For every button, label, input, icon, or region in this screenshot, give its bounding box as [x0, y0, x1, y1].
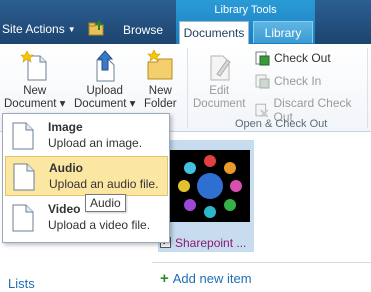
- menu-item-image[interactable]: Image Upload an image.: [5, 116, 168, 156]
- menu-item-video-title: Video: [48, 202, 81, 216]
- new-document-icon: [19, 50, 47, 81]
- document-icon: [12, 122, 34, 150]
- plus-icon: +: [160, 270, 169, 287]
- new-document-label-1: New: [23, 85, 47, 97]
- site-actions-menu[interactable]: Site Actions ▼: [2, 22, 76, 36]
- new-folder-icon: [147, 50, 173, 80]
- tab-library[interactable]: Library: [253, 21, 313, 43]
- site-actions-label: Site Actions: [2, 22, 65, 36]
- menu-item-image-desc: Upload an image.: [48, 136, 143, 150]
- add-new-item-label: Add new item: [172, 271, 252, 286]
- check-in-button[interactable]: Check In: [254, 73, 321, 89]
- upload-document-button[interactable]: Upload Document ▾: [74, 50, 135, 111]
- discard-check-out-icon: [255, 103, 269, 118]
- thumbnail-caption[interactable]: Sharepoint ...: [175, 236, 246, 250]
- tab-browse[interactable]: Browse: [123, 23, 163, 37]
- new-document-button[interactable]: New Document ▾: [4, 50, 65, 111]
- check-out-button[interactable]: Check Out: [254, 50, 331, 66]
- edit-document-label-1: Edit: [209, 85, 230, 97]
- ribbon-tab-bar: Site Actions ▼ Browse Library Tools Docu…: [0, 0, 371, 45]
- sharepoint-benefits-thumbnail[interactable]: [170, 150, 250, 222]
- add-new-item-link[interactable]: + Add new item: [160, 270, 252, 287]
- menu-item-video-desc: Upload a video file.: [48, 218, 151, 232]
- new-folder-label-2: Folder: [144, 98, 177, 110]
- tooltip: Audio: [85, 194, 126, 212]
- menu-item-audio-desc: Upload an audio file.: [49, 177, 159, 191]
- nav-link-lists[interactable]: Lists: [8, 276, 35, 291]
- new-document-label-2: Document ▾: [4, 98, 66, 110]
- menu-item-image-title: Image: [48, 120, 83, 134]
- navigate-up-icon[interactable]: [88, 20, 106, 36]
- upload-document-label-1: Upload: [86, 85, 123, 97]
- check-out-label: Check Out: [274, 51, 331, 65]
- edit-document-button[interactable]: Edit Document: [193, 50, 245, 111]
- divider: [152, 262, 371, 263]
- document-icon: [12, 204, 34, 232]
- upload-document-icon: [96, 50, 115, 82]
- menu-item-audio[interactable]: Audio Upload an audio file.: [5, 156, 168, 196]
- ribbon-group-separator: [187, 48, 188, 128]
- edit-document-label-2: Document: [193, 98, 246, 110]
- edit-document-icon: [210, 55, 231, 81]
- new-folder-button[interactable]: New Folder: [144, 50, 177, 111]
- document-icon: [13, 163, 35, 191]
- tab-documents[interactable]: Documents: [179, 21, 249, 45]
- new-document-menu: Image Upload an image. Audio Upload an a…: [2, 113, 170, 243]
- check-in-icon: [255, 74, 270, 89]
- menu-item-audio-title: Audio: [49, 161, 83, 175]
- new-folder-label-1: New: [148, 85, 172, 97]
- open-check-out-group-label: Open & Check Out: [235, 118, 328, 130]
- check-out-icon: [255, 51, 270, 66]
- ribbon-group-separator: [367, 48, 368, 128]
- chevron-down-icon: ▼: [67, 24, 76, 34]
- upload-document-label-2: Document ▾: [74, 98, 136, 110]
- library-tools-label: Library Tools: [214, 4, 277, 16]
- check-in-label: Check In: [274, 74, 322, 88]
